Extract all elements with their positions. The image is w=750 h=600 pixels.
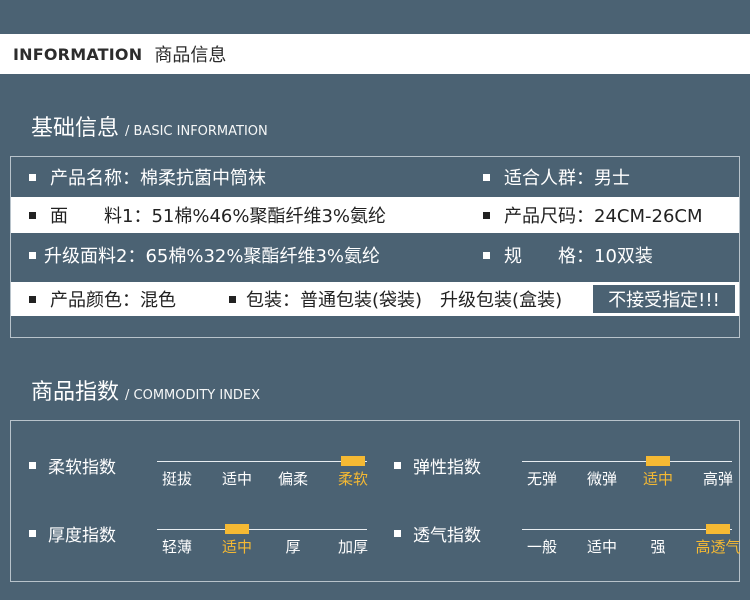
- index-track: [157, 461, 367, 462]
- bullet-icon: [483, 251, 490, 259]
- bullet-icon: [29, 211, 36, 219]
- index-level-label: 适中: [221, 470, 253, 488]
- specification: 规 格：10双装: [504, 246, 653, 267]
- product-name: 产品名称：棉柔抗菌中筒袜: [50, 168, 266, 189]
- fabric-2: 升级面料2：65棉%32%聚酯纤维3%氨纶: [44, 246, 381, 267]
- basic-row-1: 产品名称：棉柔抗菌中筒袜 适合人群：男士: [11, 157, 739, 197]
- index-track: [157, 529, 367, 530]
- index-track: [522, 529, 732, 530]
- header-title-en: INFORMATION: [13, 44, 143, 64]
- index-track: [522, 461, 732, 462]
- basic-row-2: 面 料1：51棉%46%聚酯纤维3%氨纶 产品尺码：24CM-26CM: [11, 197, 739, 233]
- index-name: 厚度指数: [48, 526, 116, 546]
- target-audience: 适合人群：男士: [504, 168, 630, 189]
- index-level-label: 微弹: [586, 470, 618, 488]
- bullet-icon: [29, 530, 36, 537]
- index-level-label: 偏柔: [277, 470, 309, 488]
- bullet-icon: [29, 295, 36, 303]
- index-level-label: 挺拔: [161, 470, 193, 488]
- bullet-icon: [229, 295, 236, 303]
- index-level-label: 高弹: [702, 470, 734, 488]
- index-level-label: 加厚: [337, 538, 369, 556]
- product-size: 产品尺码：24CM-26CM: [504, 206, 703, 227]
- index-name: 透气指数: [413, 526, 481, 546]
- index-name: 弹性指数: [413, 458, 481, 478]
- index-level-label: 高透气: [695, 538, 741, 556]
- index-marker: [225, 524, 249, 534]
- index-marker: [706, 524, 730, 534]
- fabric-1: 面 料1：51棉%46%聚酯纤维3%氨纶: [50, 206, 387, 227]
- basic-row-4: 产品颜色：混色 包装：普通包装(袋装) 升级包装(盒装) 不接受指定!!!: [11, 282, 739, 316]
- commodity-title-cn: 商品指数: [31, 380, 120, 405]
- basic-section-title: 基础信息 / BASIC INFORMATION: [31, 110, 268, 142]
- bullet-icon: [394, 462, 401, 469]
- index-level-label: 柔软: [337, 470, 369, 488]
- bullet-icon: [29, 251, 36, 259]
- index-level-label: 适中: [221, 538, 253, 556]
- index-level-label: 适中: [586, 538, 618, 556]
- basic-row-3: 升级面料2：65棉%32%聚酯纤维3%氨纶 规 格：10双装: [11, 235, 739, 275]
- index-level-label: 适中: [642, 470, 674, 488]
- header-bar: INFORMATION 商品信息: [0, 34, 750, 74]
- bullet-icon: [29, 462, 36, 469]
- bullet-icon: [483, 211, 490, 219]
- index-level-label: 一般: [526, 538, 558, 556]
- index-level-label: 轻薄: [161, 538, 193, 556]
- commodity-index-box: 柔软指数 挺拔 适中 偏柔 柔软 弹性指数 无弹 微弹 适中 高弹 厚度指数 轻薄 适中厚加厚 透气指数一…: [10, 420, 741, 582]
- basic-title-cn: 基础信息: [31, 116, 120, 141]
- index-marker: [341, 456, 365, 466]
- index-level-label: 厚: [285, 538, 301, 556]
- product-color: 产品颜色：混色: [50, 290, 176, 311]
- bullet-icon: [394, 530, 401, 537]
- index-level-label: 无弹: [526, 470, 558, 488]
- index-marker: [646, 456, 670, 466]
- basic-title-en: / BASIC INFORMATION: [125, 124, 268, 139]
- packaging: 包装：普通包装(袋装) 升级包装(盒装): [246, 290, 563, 311]
- bullet-icon: [29, 173, 36, 181]
- basic-info-box: 产品名称：棉柔抗菌中筒袜 适合人群：男士 面 料1：51棉%46%聚酯纤维3%氨…: [10, 156, 740, 338]
- index-level-label: 强: [650, 538, 666, 556]
- index-name: 柔软指数: [48, 458, 116, 478]
- header-title-cn: 商品信息: [154, 45, 227, 66]
- no-specify-badge: 不接受指定!!!: [593, 285, 735, 313]
- commodity-title-en: / COMMODITY INDEX: [125, 388, 261, 403]
- bullet-icon: [483, 173, 490, 181]
- commodity-section-title: 商品指数 / COMMODITY INDEX: [31, 374, 260, 406]
